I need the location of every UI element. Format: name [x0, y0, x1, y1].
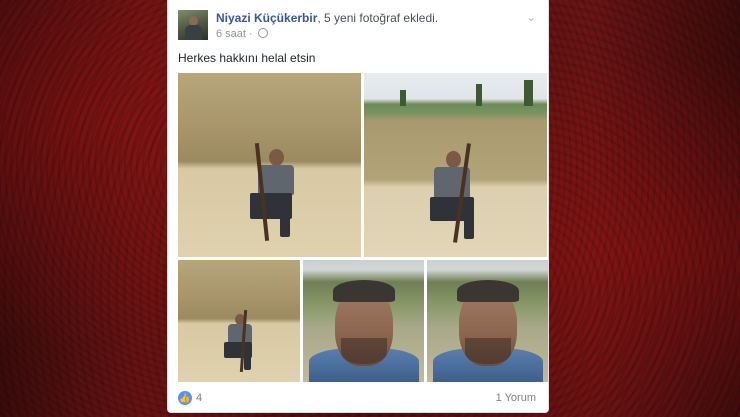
- post-options-chevron-icon[interactable]: ⌄: [526, 10, 536, 24]
- facebook-post-card: Niyazi Küçükerbir, 5 yeni fotoğraf ekled…: [168, 0, 548, 412]
- tree-shape: [476, 84, 482, 106]
- post-footer: 👍 4 1 Yorum: [178, 388, 538, 408]
- like-icon[interactable]: 👍: [178, 391, 192, 405]
- author-name-link[interactable]: Niyazi Küçükerbir: [216, 11, 317, 25]
- author-line: Niyazi Küçükerbir, 5 yeni fotoğraf ekled…: [216, 11, 438, 25]
- post-meta: 6 saat ·: [216, 28, 268, 40]
- tree-shape: [400, 90, 406, 106]
- author-avatar[interactable]: [178, 10, 208, 40]
- post-photo-5[interactable]: [427, 260, 548, 382]
- post-timestamp[interactable]: 6 saat ·: [216, 28, 253, 40]
- post-photo-2[interactable]: [364, 73, 547, 257]
- kneeling-man-figure: [236, 143, 296, 249]
- post-text: Herkes hakkını helal etsin: [178, 51, 316, 65]
- reaction-count[interactable]: 4: [196, 392, 202, 404]
- post-action-text: , 5 yeni fotoğraf ekledi.: [317, 11, 439, 25]
- post-photo-1[interactable]: [178, 73, 361, 257]
- beard-shape: [340, 338, 387, 364]
- globe-icon: [257, 28, 268, 38]
- avatar-torso: [185, 25, 202, 40]
- post-header: Niyazi Küçükerbir, 5 yeni fotoğraf ekled…: [178, 10, 538, 42]
- comments-count-link[interactable]: 1 Yorum: [496, 392, 536, 404]
- kneeling-man-figure: [424, 143, 484, 251]
- post-photo-3[interactable]: [178, 260, 300, 382]
- kneeling-man-figure: [220, 309, 260, 378]
- tree-shape: [524, 80, 533, 106]
- beard-shape: [464, 338, 511, 364]
- hair-shape: [332, 280, 395, 302]
- hair-shape: [456, 280, 519, 302]
- post-photo-4[interactable]: [303, 260, 424, 382]
